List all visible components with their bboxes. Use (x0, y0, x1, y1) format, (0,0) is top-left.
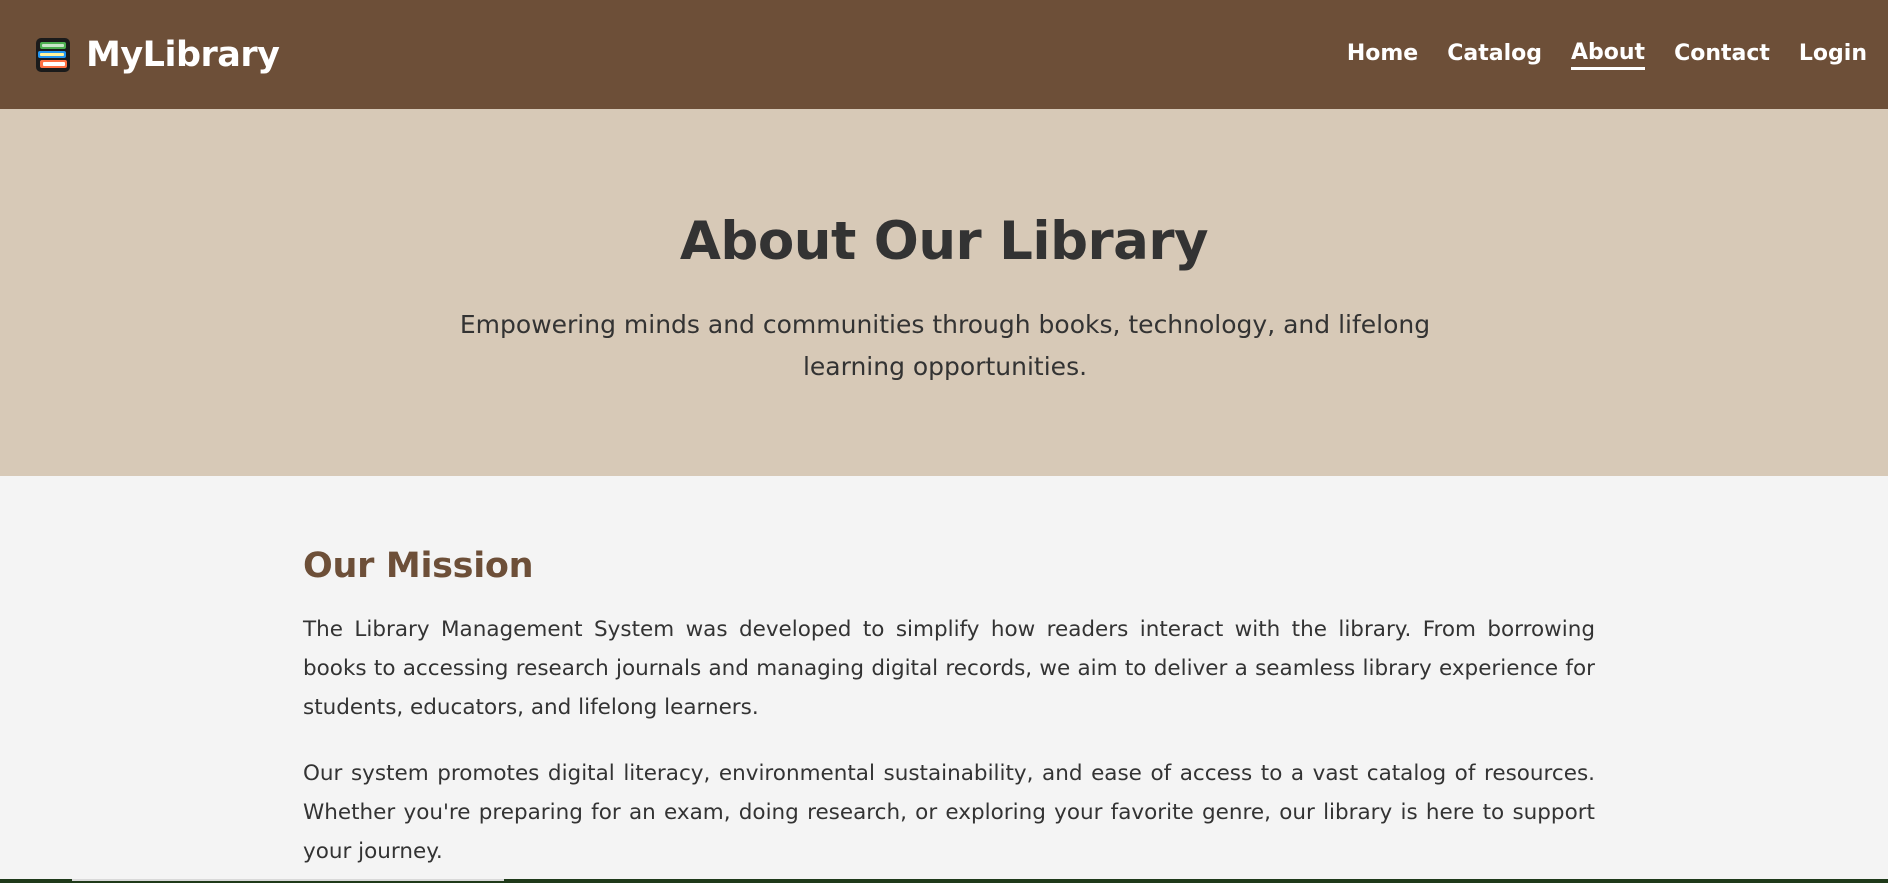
brand-name: MyLibrary (86, 34, 280, 75)
hero-subtitle: Empowering minds and communities through… (459, 310, 1431, 381)
hero-banner: About Our Library Empowering minds and c… (0, 109, 1888, 476)
mission-paragraph: Our system promotes digital literacy, en… (303, 761, 1595, 864)
nav-links: Home Catalog About Contact Login (1347, 40, 1867, 70)
nav-link-catalog[interactable]: Catalog (1447, 41, 1542, 68)
mission-heading: Our Mission (303, 546, 534, 586)
nav-link-contact[interactable]: Contact (1674, 41, 1770, 68)
brand-home-link[interactable]: MyLibrary (34, 34, 280, 75)
window-bottom-edge (0, 879, 1888, 883)
nav-link-about[interactable]: About (1570, 40, 1646, 70)
mission-paragraph: The Library Management System was develo… (303, 617, 1595, 720)
nav-link-login[interactable]: Login (1799, 41, 1867, 68)
top-navbar: MyLibrary Home Catalog About Contact Log… (0, 0, 1888, 109)
books-stack-icon (36, 37, 70, 72)
page-title: About Our Library (679, 211, 1209, 272)
bottom-edge-highlight (72, 879, 504, 881)
nav-link-home[interactable]: Home (1347, 41, 1418, 68)
